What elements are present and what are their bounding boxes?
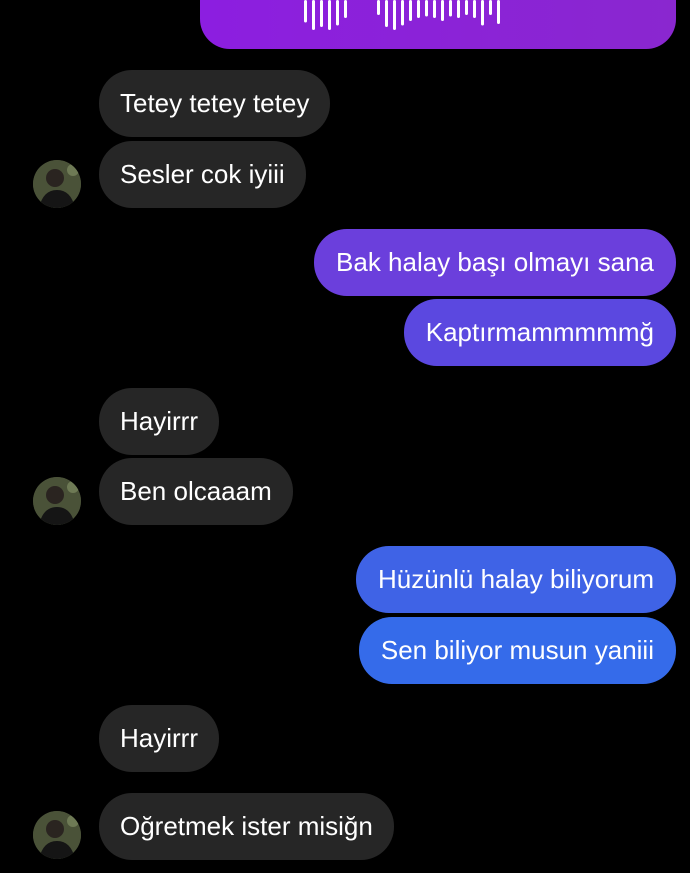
- message-text: Hüzünlü halay biliyorum: [377, 564, 654, 594]
- avatar-photo: [33, 160, 81, 208]
- audio-waveform: [304, 0, 500, 30]
- waveform-bar: [377, 0, 380, 15]
- contact-avatar[interactable]: [33, 811, 81, 859]
- waveform-bar: [304, 0, 307, 23]
- waveform-bar: [441, 0, 444, 21]
- waveform-bar: [489, 0, 492, 15]
- waveform-bar: [344, 0, 347, 18]
- waveform-bar: [336, 0, 339, 26]
- message-text: Hayirrr: [120, 406, 198, 436]
- waveform-bar: [312, 0, 315, 30]
- waveform-bar: [425, 0, 428, 17]
- waveform-bar: [497, 0, 500, 24]
- incoming-message[interactable]: Oğretmek ister misiğn: [99, 793, 394, 860]
- waveform-bar: [417, 0, 420, 18]
- waveform-bar: [320, 0, 323, 27]
- message-text: Sen biliyor musun yaniii: [380, 635, 654, 665]
- incoming-message[interactable]: Sesler cok iyiii: [99, 141, 306, 208]
- incoming-message[interactable]: Hayirrr: [99, 705, 219, 772]
- voice-message-bubble[interactable]: [200, 0, 676, 49]
- waveform-bar: [385, 0, 388, 27]
- waveform-bar: [401, 0, 404, 26]
- waveform-bar: [481, 0, 484, 26]
- waveform-bar: [457, 0, 460, 18]
- waveform-bar: [465, 0, 468, 15]
- waveform-bar: [433, 0, 436, 18]
- message-text: Oğretmek ister misiğn: [120, 811, 373, 841]
- message-text: Hayirrr: [120, 723, 198, 753]
- waveform-bar: [409, 0, 412, 21]
- waveform-bar: [449, 0, 452, 17]
- message-text: Ben olcaaam: [120, 476, 272, 506]
- incoming-message[interactable]: Hayirrr: [99, 388, 219, 455]
- message-text: Bak halay başı olmayı sana: [336, 247, 654, 277]
- incoming-message[interactable]: Tetey tetey tetey: [99, 70, 331, 137]
- contact-avatar[interactable]: [33, 160, 81, 208]
- outgoing-message[interactable]: Sen biliyor musun yaniii: [358, 617, 676, 684]
- contact-avatar[interactable]: [33, 477, 81, 525]
- message-text: Sesler cok iyiii: [120, 159, 285, 189]
- outgoing-message[interactable]: Bak halay başı olmayı sana: [314, 229, 676, 296]
- message-text: Kaptırmammmmmğ: [425, 317, 654, 347]
- message-text: Tetey tetey tetey: [120, 88, 310, 118]
- waveform-bar: [473, 0, 476, 18]
- avatar-photo: [33, 811, 81, 859]
- outgoing-message[interactable]: Hüzünlü halay biliyorum: [355, 546, 676, 613]
- avatar-photo: [33, 477, 81, 525]
- outgoing-message[interactable]: Kaptırmammmmmğ: [403, 299, 676, 366]
- waveform-bar: [328, 0, 331, 30]
- incoming-message[interactable]: Ben olcaaam: [99, 458, 293, 525]
- waveform-bar: [393, 0, 396, 30]
